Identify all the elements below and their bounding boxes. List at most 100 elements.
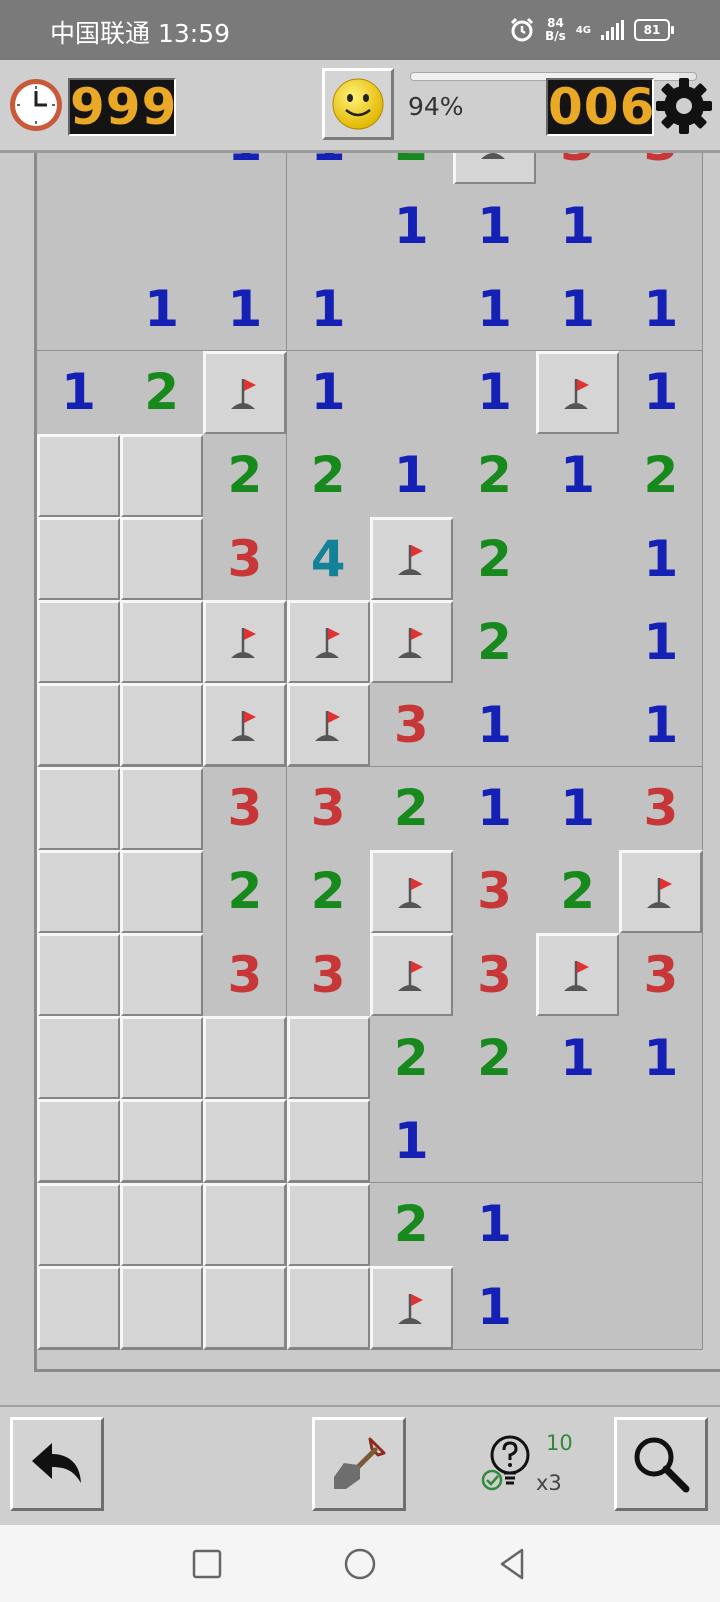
hidden-cell[interactable] xyxy=(203,1099,288,1184)
number-cell[interactable]: 2 xyxy=(203,849,288,934)
hidden-cell[interactable] xyxy=(120,1016,205,1101)
empty-cell[interactable] xyxy=(453,1099,537,1184)
flagged-cell[interactable] xyxy=(369,1265,454,1350)
empty-cell[interactable] xyxy=(37,267,121,352)
number-cell[interactable]: 1 xyxy=(453,1182,537,1267)
hidden-cell[interactable] xyxy=(120,766,205,851)
number-cell[interactable]: 1 xyxy=(619,267,704,352)
flagged-cell[interactable] xyxy=(536,350,621,435)
hidden-cell[interactable] xyxy=(120,1182,205,1267)
flagged-cell[interactable] xyxy=(369,517,454,601)
number-cell[interactable]: 1 xyxy=(120,267,205,352)
number-cell[interactable]: 3 xyxy=(203,517,288,601)
number-cell[interactable]: 2 xyxy=(286,849,371,934)
number-cell[interactable]: 3 xyxy=(453,933,537,1017)
number-cell[interactable]: 1 xyxy=(619,600,704,685)
flagged-cell[interactable] xyxy=(203,350,288,435)
number-cell[interactable]: 1 xyxy=(286,267,371,352)
number-cell[interactable]: 3 xyxy=(536,153,621,185)
number-cell[interactable]: 1 xyxy=(536,766,621,851)
empty-cell[interactable] xyxy=(286,184,371,269)
number-cell[interactable]: 1 xyxy=(536,1016,621,1101)
number-cell[interactable]: 1 xyxy=(453,350,537,435)
back-icon[interactable] xyxy=(496,1547,530,1581)
hidden-cell[interactable] xyxy=(37,683,121,768)
hidden-cell[interactable] xyxy=(120,683,205,768)
undo-button[interactable] xyxy=(10,1417,104,1511)
flagged-cell[interactable] xyxy=(286,600,371,685)
number-cell[interactable]: 2 xyxy=(453,517,537,601)
empty-cell[interactable] xyxy=(536,600,621,685)
number-cell[interactable]: 1 xyxy=(203,153,288,185)
hidden-cell[interactable] xyxy=(37,517,121,601)
number-cell[interactable]: 3 xyxy=(619,153,704,185)
hidden-cell[interactable] xyxy=(37,433,121,518)
hidden-cell[interactable] xyxy=(120,433,205,518)
empty-cell[interactable] xyxy=(619,1265,704,1350)
empty-cell[interactable] xyxy=(120,153,205,185)
hidden-cell[interactable] xyxy=(120,1265,205,1350)
empty-cell[interactable] xyxy=(536,1099,621,1184)
hidden-cell[interactable] xyxy=(37,1099,121,1184)
number-cell[interactable]: 1 xyxy=(536,267,621,352)
empty-cell[interactable] xyxy=(619,1182,704,1267)
flagged-cell[interactable] xyxy=(536,933,621,1017)
number-cell[interactable]: 2 xyxy=(120,350,205,435)
number-cell[interactable]: 3 xyxy=(286,766,371,851)
hidden-cell[interactable] xyxy=(203,1182,288,1267)
hidden-cell[interactable] xyxy=(37,1016,121,1101)
number-cell[interactable]: 1 xyxy=(37,350,121,435)
empty-cell[interactable] xyxy=(619,1099,704,1184)
flagged-cell[interactable] xyxy=(203,683,288,768)
recent-apps-icon[interactable] xyxy=(190,1547,224,1581)
dig-mode-button[interactable] xyxy=(312,1417,406,1511)
number-cell[interactable]: 1 xyxy=(203,267,288,352)
search-button[interactable] xyxy=(614,1417,708,1511)
number-cell[interactable]: 2 xyxy=(286,433,371,518)
flagged-cell[interactable] xyxy=(619,849,704,934)
empty-cell[interactable] xyxy=(203,184,288,269)
number-cell[interactable]: 1 xyxy=(453,267,537,352)
hidden-cell[interactable] xyxy=(286,1099,371,1184)
flagged-cell[interactable] xyxy=(286,683,371,768)
empty-cell[interactable] xyxy=(536,1265,621,1350)
hidden-cell[interactable] xyxy=(203,1265,288,1350)
number-cell[interactable]: 3 xyxy=(619,766,704,851)
number-cell[interactable]: 2 xyxy=(369,1182,454,1267)
number-cell[interactable]: 2 xyxy=(369,766,454,851)
number-cell[interactable]: 1 xyxy=(453,683,537,768)
number-cell[interactable]: 2 xyxy=(453,433,537,518)
smiley-reset-button[interactable] xyxy=(322,68,394,140)
number-cell[interactable]: 1 xyxy=(536,184,621,269)
hidden-cell[interactable] xyxy=(37,766,121,851)
number-cell[interactable]: 1 xyxy=(619,683,704,768)
hidden-cell[interactable] xyxy=(286,1265,371,1350)
flagged-cell[interactable] xyxy=(369,933,454,1017)
number-cell[interactable]: 1 xyxy=(536,433,621,518)
flagged-cell[interactable] xyxy=(369,600,454,685)
number-cell[interactable]: 3 xyxy=(619,933,704,1017)
hidden-cell[interactable] xyxy=(203,1016,288,1101)
number-cell[interactable]: 1 xyxy=(453,766,537,851)
hidden-cell[interactable] xyxy=(286,1182,371,1267)
hidden-cell[interactable] xyxy=(286,1016,371,1101)
number-cell[interactable]: 2 xyxy=(453,1016,537,1101)
hidden-cell[interactable] xyxy=(37,849,121,934)
hidden-cell[interactable] xyxy=(37,600,121,685)
number-cell[interactable]: 2 xyxy=(203,433,288,518)
number-cell[interactable]: 3 xyxy=(203,766,288,851)
empty-cell[interactable] xyxy=(37,153,121,185)
empty-cell[interactable] xyxy=(619,184,704,269)
number-cell[interactable]: 3 xyxy=(286,933,371,1017)
home-icon[interactable] xyxy=(343,1547,377,1581)
hint-button[interactable]: 10 x3 xyxy=(480,1427,590,1507)
number-cell[interactable]: 1 xyxy=(453,184,537,269)
number-cell[interactable]: 3 xyxy=(453,849,537,934)
hidden-cell[interactable] xyxy=(37,1182,121,1267)
number-cell[interactable]: 2 xyxy=(369,1016,454,1101)
number-cell[interactable]: 1 xyxy=(286,350,371,435)
flagged-cell[interactable] xyxy=(369,849,454,934)
empty-cell[interactable] xyxy=(369,350,454,435)
number-cell[interactable]: 1 xyxy=(619,517,704,601)
hidden-cell[interactable] xyxy=(37,1265,121,1350)
